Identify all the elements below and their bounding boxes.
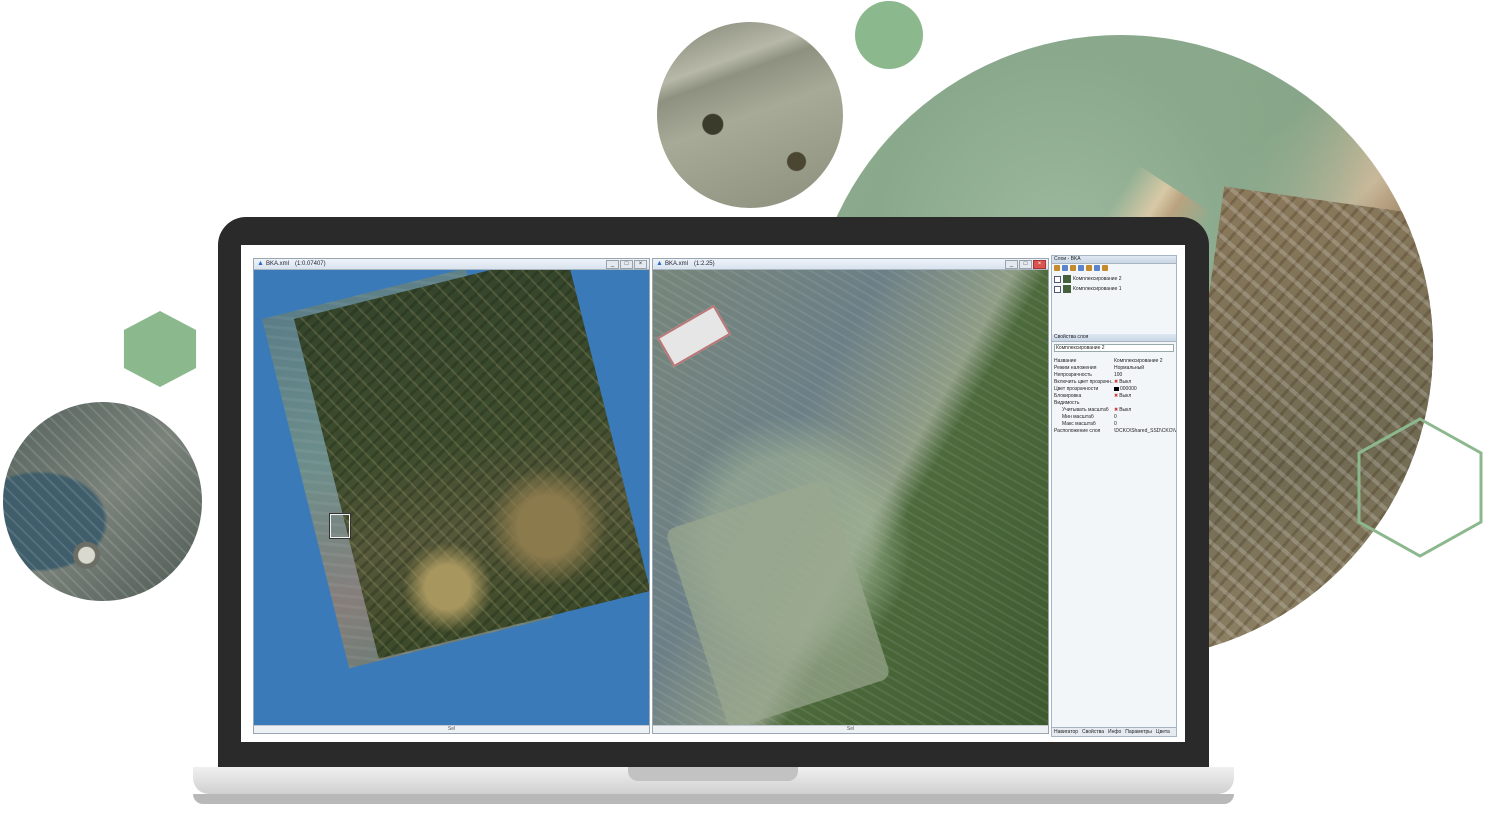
property-row: Непрозрачность 100 — [1052, 372, 1176, 379]
map-window-detail[interactable]: ▲ BKA.xml (1:2.25) _ □ × Sel — [652, 258, 1049, 734]
decor-hexagon-filled — [119, 311, 201, 387]
delete-icon[interactable] — [1078, 265, 1084, 271]
property-row: Блокировка ✖Выкл — [1052, 393, 1176, 400]
laptop-screen: ▲ BKA.xml (1:0.07407) _ □ × Sel ▲ BKA.xml (1… — [241, 245, 1185, 742]
status-bar: Sel — [254, 725, 649, 733]
window-controls: _ □ × — [1005, 260, 1046, 269]
move-up-icon[interactable] — [1086, 265, 1092, 271]
property-value[interactable]: \DCKO\Shared_SSD\CKO\VT... — [1114, 428, 1176, 435]
property-row: Расположение слоя \DCKO\Shared_SSD\CKO\VT… — [1052, 428, 1176, 435]
satellite-image-river — [657, 22, 843, 208]
minimize-button[interactable]: _ — [606, 260, 619, 269]
open-icon[interactable] — [1054, 265, 1060, 271]
off-icon: ✖ — [1114, 379, 1119, 385]
panel-tabs: Навигатор Свойства Инфо Параметры Цвета — [1052, 727, 1176, 736]
property-row: Название Комплексирование 2 — [1052, 358, 1176, 365]
window-title: BKA.xml — [664, 261, 688, 267]
property-key: Включить цвет прозрачн... — [1054, 379, 1114, 385]
layers-toolbar — [1052, 264, 1176, 274]
property-key: Видимость — [1054, 400, 1080, 406]
app-icon: ▲ — [257, 260, 264, 267]
status-text: Sel — [846, 726, 855, 732]
property-key: Учитывать масштаб — [1062, 407, 1109, 413]
property-value[interactable]: 0 — [1114, 421, 1176, 428]
map-window-overview[interactable]: ▲ BKA.xml (1:0.07407) _ □ × Sel — [253, 258, 650, 734]
property-key: Режим наложения — [1054, 365, 1097, 371]
layer-name: Комплексирование 1 — [1073, 286, 1122, 292]
maximize-button[interactable]: □ — [620, 260, 633, 269]
property-value[interactable]: 100 — [1114, 372, 1176, 379]
property-value[interactable]: Нормальный — [1114, 365, 1176, 372]
close-button[interactable]: × — [1033, 260, 1046, 269]
property-key: Мин масштаб — [1062, 414, 1094, 420]
add-layer-icon[interactable] — [1062, 265, 1068, 271]
color-swatch[interactable] — [1114, 386, 1119, 391]
status-text: Sel — [447, 726, 456, 732]
property-row: Мин масштаб 0 — [1052, 414, 1176, 421]
off-icon: ✖ — [1114, 393, 1119, 399]
tab-properties[interactable]: Свойства — [1082, 728, 1104, 736]
property-value[interactable]: Выкл — [1119, 407, 1131, 413]
property-key: Макс масштаб — [1062, 421, 1096, 427]
property-key: Блокировка — [1054, 393, 1082, 399]
app-icon: ▲ — [656, 260, 663, 267]
property-key: Цвет прозрачности — [1054, 386, 1099, 392]
minimize-button[interactable]: _ — [1005, 260, 1018, 269]
layer-name: Комплексирование 2 — [1073, 276, 1122, 282]
tab-navigator[interactable]: Навигатор — [1054, 728, 1078, 736]
property-row: Макс масштаб 0 — [1052, 421, 1176, 428]
layers-panel: Слои - BKA Комплексирование 2 Комплексир… — [1051, 255, 1177, 737]
tab-parameters[interactable]: Параметры — [1125, 728, 1152, 736]
decor-green-dot — [855, 1, 923, 69]
property-value[interactable]: Выкл — [1119, 393, 1131, 399]
layers-list-empty-area — [1052, 294, 1176, 334]
property-group[interactable]: Видимость — [1052, 400, 1176, 407]
laptop-base-edge — [193, 794, 1234, 804]
tab-info[interactable]: Инфо — [1108, 728, 1121, 736]
property-row: Режим наложения Нормальный — [1052, 365, 1176, 372]
visibility-checkbox[interactable] — [1054, 275, 1061, 283]
edit-icon[interactable] — [1070, 265, 1076, 271]
property-row: Включить цвет прозрачн... ✖Выкл — [1052, 379, 1176, 386]
close-button[interactable]: × — [634, 260, 647, 269]
window-titlebar[interactable]: ▲ BKA.xml (1:0.07407) _ □ × — [254, 259, 649, 270]
maximize-button[interactable]: □ — [1019, 260, 1032, 269]
status-bar: Sel — [653, 725, 1048, 733]
property-value[interactable]: Комплексирование 2 — [1114, 358, 1176, 365]
visibility-checkbox[interactable] — [1054, 285, 1061, 293]
property-key: Название — [1054, 358, 1077, 364]
window-titlebar[interactable]: ▲ BKA.xml (1:2.25) _ □ × — [653, 259, 1048, 270]
window-controls: _ □ × — [606, 260, 647, 269]
zoom-level: (1:2.25) — [693, 261, 715, 267]
satellite-image-city — [3, 402, 202, 601]
tab-colors[interactable]: Цвета — [1156, 728, 1170, 736]
property-value[interactable]: 0 — [1114, 414, 1176, 421]
layer-item[interactable]: Комплексирование 1 — [1052, 284, 1176, 294]
property-key: Непрозрачность — [1054, 372, 1092, 378]
layer-item[interactable]: Комплексирование 2 — [1052, 274, 1176, 284]
property-key: Расположение слоя — [1054, 428, 1101, 434]
layer-thumbnail — [1063, 285, 1071, 293]
property-value[interactable]: Выкл — [1119, 379, 1131, 385]
properties-title: Свойства слоя — [1052, 334, 1176, 342]
layer-select[interactable]: Комплексирование 2 — [1054, 344, 1174, 352]
decor-hexagon-outline — [1357, 417, 1483, 558]
off-icon: ✖ — [1114, 407, 1119, 413]
property-row: Цвет прозрачности 000000 — [1052, 386, 1176, 393]
property-value[interactable]: 000000 — [1120, 386, 1137, 392]
viewport-selection-box[interactable] — [330, 514, 350, 538]
laptop-notch — [628, 767, 798, 781]
panel-title: Слои - BKA — [1052, 256, 1176, 264]
property-value — [1114, 400, 1176, 407]
zoom-level: (1:0.07407) — [294, 261, 326, 267]
window-title: BKA.xml — [265, 261, 289, 267]
layer-thumbnail — [1063, 275, 1071, 283]
property-row: Учитывать масштаб ✖Выкл — [1052, 407, 1176, 414]
settings-icon[interactable] — [1102, 265, 1108, 271]
move-down-icon[interactable] — [1094, 265, 1100, 271]
